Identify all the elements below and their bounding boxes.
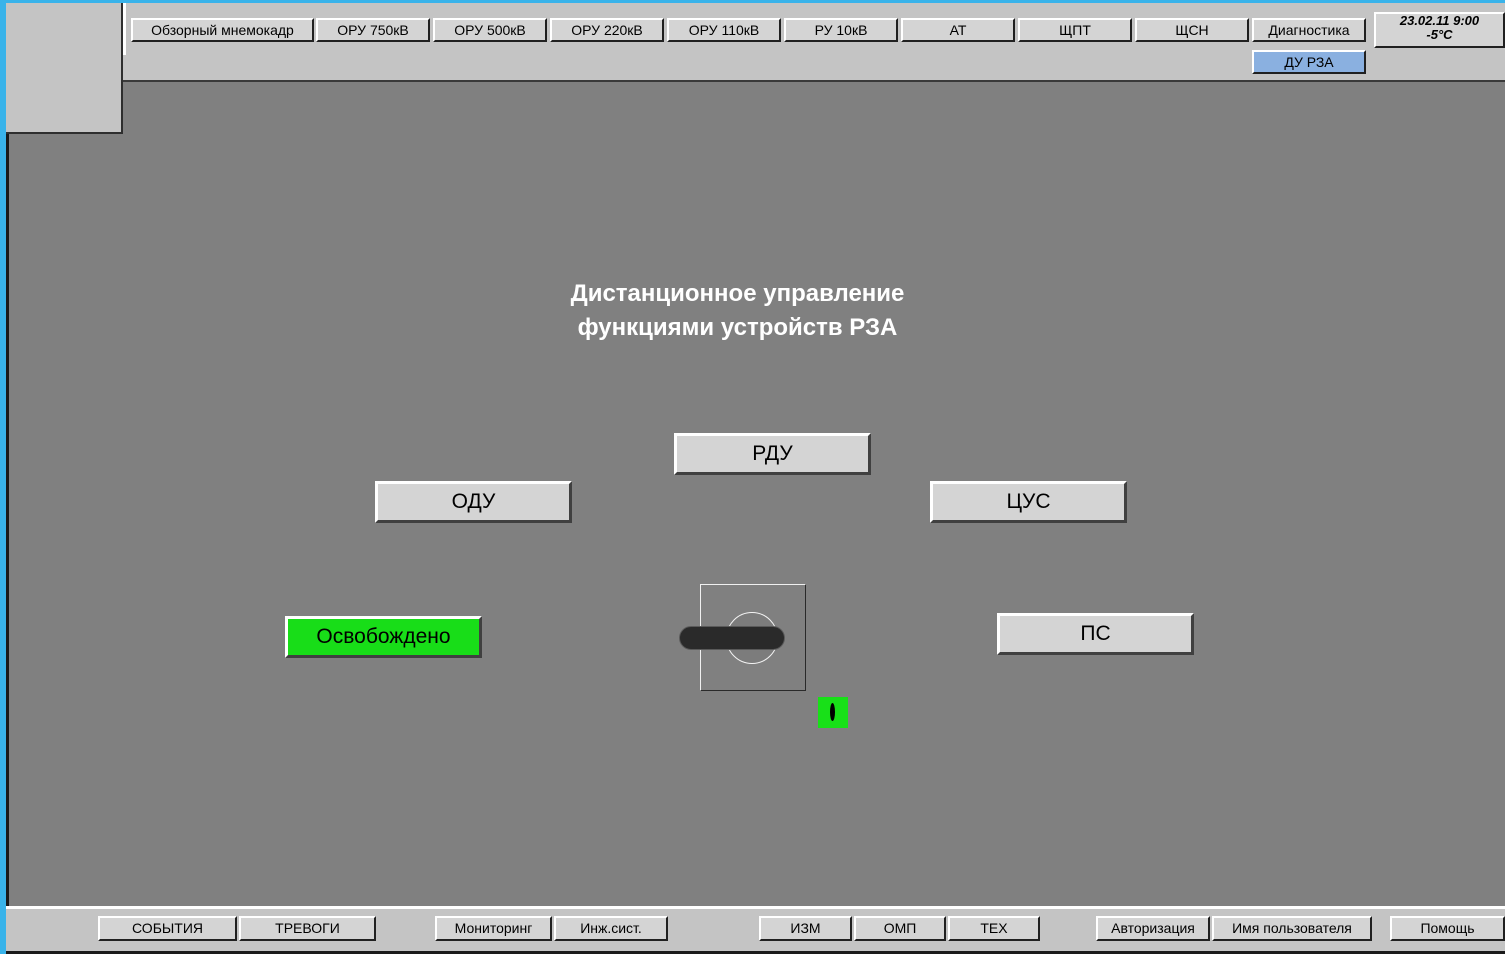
tab-shchsn[interactable]: ЩСН [1135, 18, 1249, 42]
tab-oru-500[interactable]: ОРУ 500кВ [433, 18, 547, 42]
odu-button[interactable]: ОДУ [375, 481, 572, 523]
page-title-line1: Дистанционное управление [570, 280, 905, 307]
username-field[interactable]: Имя пользователя [1212, 916, 1372, 941]
tab-shchpt[interactable]: ЩПТ [1018, 18, 1132, 42]
tab-du-rza[interactable]: ДУ РЗА [1252, 50, 1366, 74]
tab-diagnostics[interactable]: Диагностика [1252, 18, 1366, 42]
alarms-button[interactable]: ТРЕВОГИ [239, 916, 376, 941]
rdu-button[interactable]: РДУ [674, 433, 871, 475]
events-button[interactable]: СОБЫТИЯ [98, 916, 237, 941]
tab-oru-750[interactable]: ОРУ 750кВ [316, 18, 430, 42]
scada-window [0, 0, 1505, 954]
datetime-display: 23.02.11 9:00 -5°C [1374, 12, 1505, 48]
control-switch-handle[interactable] [679, 626, 785, 650]
release-status-indicator: Освобождено [285, 616, 482, 658]
switch-state-mark-icon [830, 703, 835, 721]
authorization-button[interactable]: Авторизация [1096, 916, 1210, 941]
cus-button[interactable]: ЦУС [930, 481, 1127, 523]
ps-button[interactable]: ПС [997, 613, 1194, 655]
tab-oru-110[interactable]: ОРУ 110кВ [667, 18, 781, 42]
logo-panel [6, 3, 123, 134]
help-button[interactable]: Помощь [1390, 916, 1505, 941]
date-time: 23.02.11 9:00 [1399, 13, 1480, 28]
measurements-button[interactable]: ИЗМ [759, 916, 852, 941]
left-divider [6, 134, 9, 908]
monitoring-button[interactable]: Мониторинг [435, 916, 552, 941]
eng-systems-button[interactable]: Инж.сист. [554, 916, 668, 941]
tab-ru-10[interactable]: РУ 10кВ [784, 18, 898, 42]
page-title: Дистанционное управление функциями устро… [440, 277, 1035, 345]
top-bar-highlight [123, 3, 126, 55]
tech-button[interactable]: ТЕХ [948, 916, 1040, 941]
tab-overview[interactable]: Обзорный мнемокадр [131, 18, 314, 42]
tab-oru-220[interactable]: ОРУ 220кВ [550, 18, 664, 42]
page-title-line2: функциями устройств РЗА [577, 314, 898, 341]
temperature: -5°C [1426, 27, 1453, 42]
omp-button[interactable]: ОМП [854, 916, 946, 941]
tab-at[interactable]: АТ [901, 18, 1015, 42]
